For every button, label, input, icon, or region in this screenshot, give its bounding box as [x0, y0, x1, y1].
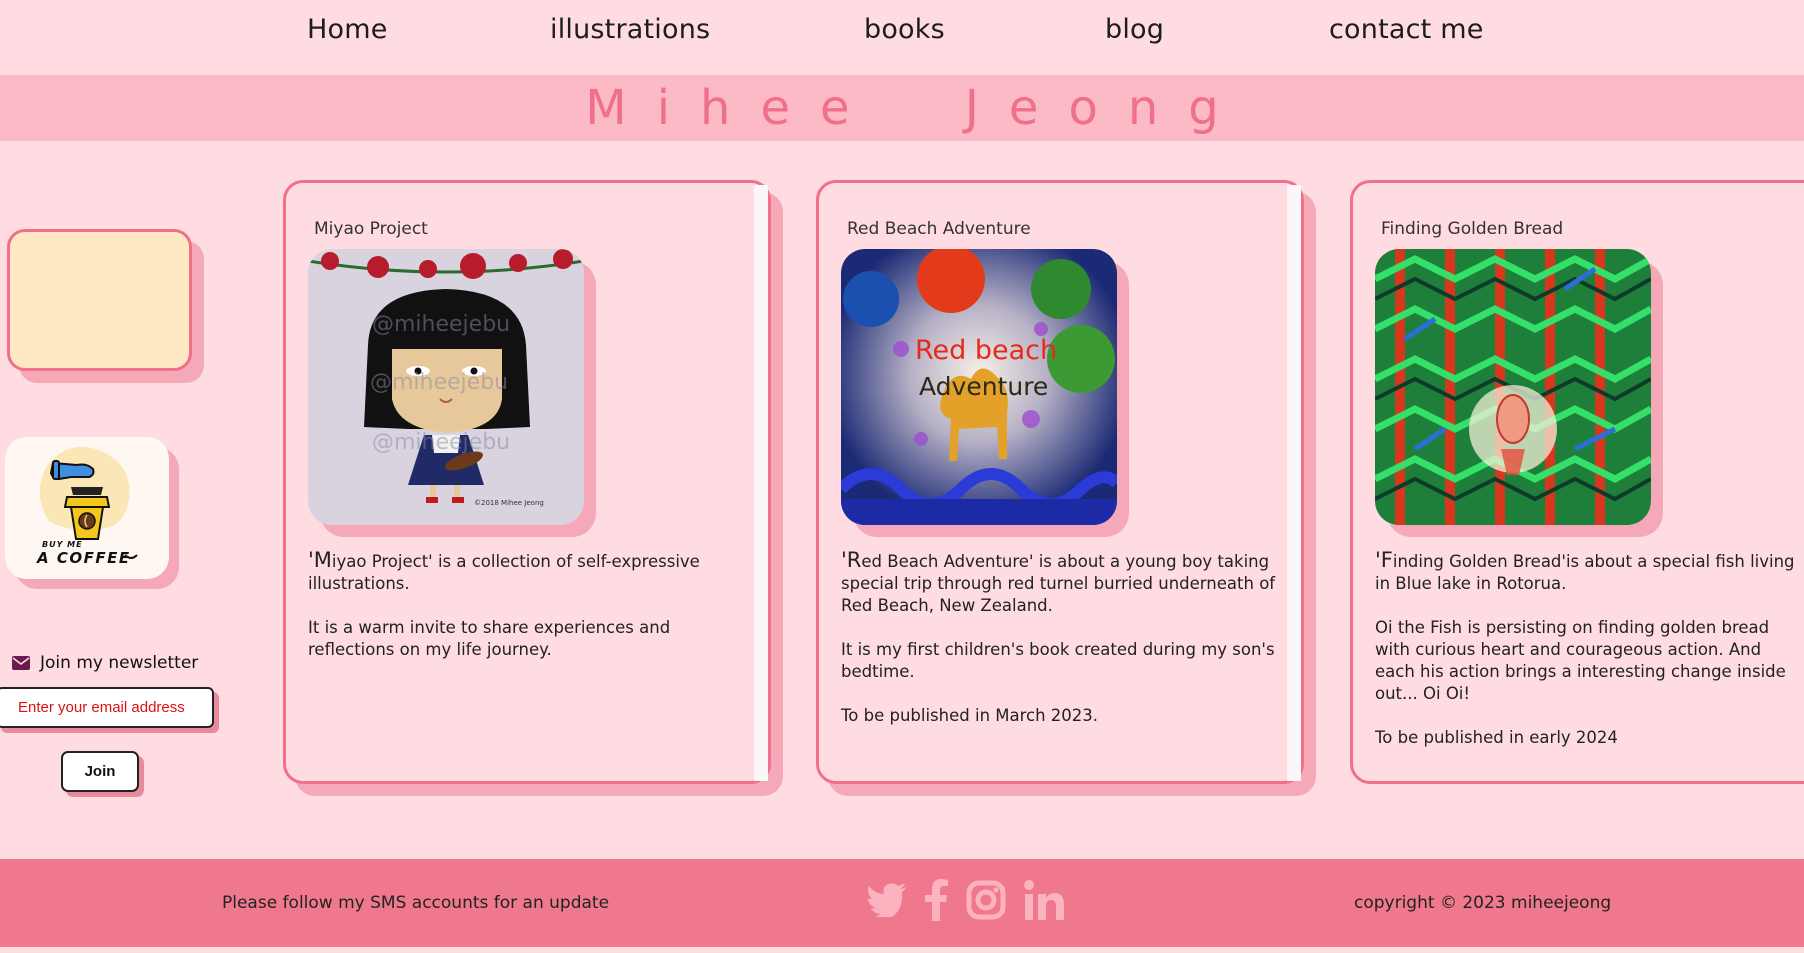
site-banner: Mihee Jeong — [0, 75, 1804, 141]
card-description: 'Finding Golden Bread'is about a special… — [1375, 548, 1795, 747]
card-red-beach-adventure: Red Beach Adventure Red beach Adventure … — [816, 180, 1304, 784]
site-title: Mihee Jeong — [585, 80, 1249, 136]
card-description: 'Red Beach Adventure' is about a young b… — [841, 548, 1276, 725]
instagram-icon[interactable] — [966, 880, 1006, 924]
svg-text:Adventure: Adventure — [919, 372, 1048, 401]
social-icons — [866, 879, 1064, 925]
newsletter-label: Join my newsletter — [40, 653, 199, 673]
envelope-icon — [12, 656, 30, 670]
card-title: Red Beach Adventure — [847, 219, 1031, 239]
svg-text:@miheejebu: @miheejebu — [372, 312, 510, 337]
join-button[interactable]: Join — [61, 751, 139, 792]
card-finding-golden-bread: Finding Golden Bread 'Finding Golden Bre… — [1350, 180, 1804, 784]
newsletter-heading: Join my newsletter — [12, 653, 198, 673]
sidebar-cream-box — [7, 229, 192, 371]
buy-me-a-coffee-button[interactable]: BUY ME A COFFEE — [5, 437, 169, 579]
finding-golden-bread-image[interactable] — [1375, 249, 1651, 525]
nav-blog[interactable]: blog — [1105, 14, 1164, 45]
facebook-icon[interactable] — [924, 879, 948, 925]
svg-text:©2018 Mihee Jeong: ©2018 Mihee Jeong — [474, 499, 544, 507]
twitter-icon[interactable] — [866, 883, 906, 922]
linkedin-icon[interactable] — [1024, 880, 1064, 924]
svg-text:@miheejebu: @miheejebu — [372, 430, 510, 455]
follow-text: Please follow my SMS accounts for an upd… — [222, 893, 610, 913]
red-beach-adventure-image[interactable]: Red beach Adventure — [841, 249, 1117, 525]
nav-home[interactable]: Home — [307, 14, 388, 45]
card-description: 'Miyao Project' is a collection of self-… — [308, 548, 700, 659]
coffee-text: BUY ME A COFFEE — [37, 540, 131, 567]
svg-text:@miheejebu: @miheejebu — [370, 370, 508, 395]
svg-text:Red beach: Red beach — [915, 335, 1057, 366]
card-miyao-project: Miyao Project @miheejebu @miheejebu @mih… — [283, 180, 771, 784]
email-input[interactable] — [0, 687, 214, 728]
nav-illustrations[interactable]: illustrations — [550, 14, 710, 45]
copyright-text: copyright © 2023 miheejeong — [1354, 893, 1612, 913]
miyao-project-image[interactable]: @miheejebu @miheejebu @miheejebu ©2018 M… — [308, 249, 584, 525]
card-scrollbar[interactable] — [754, 185, 768, 781]
card-scrollbar[interactable] — [1287, 185, 1301, 781]
site-footer: Please follow my SMS accounts for an upd… — [0, 859, 1804, 947]
nav-contact-me[interactable]: contact me — [1329, 14, 1484, 45]
nav-books[interactable]: books — [864, 14, 945, 45]
top-nav: Home illustrations books blog contact me — [0, 0, 1804, 75]
card-title: Miyao Project — [314, 219, 428, 239]
card-title: Finding Golden Bread — [1381, 219, 1564, 239]
